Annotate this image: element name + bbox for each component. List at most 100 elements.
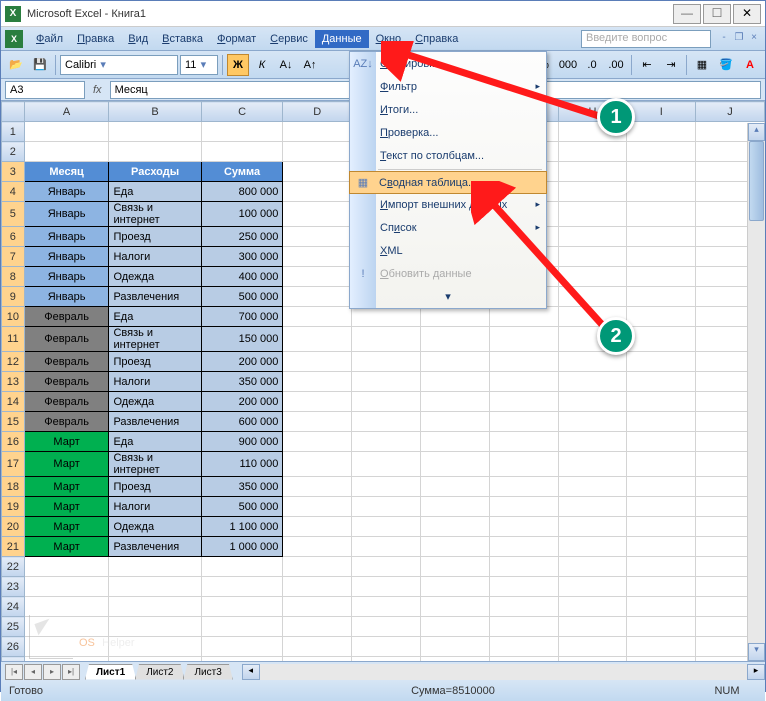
cell-month[interactable]: Февраль — [24, 412, 109, 432]
row-header-20[interactable]: 20 — [2, 517, 25, 537]
cell-sum[interactable]: 110 000 — [201, 452, 283, 477]
row-header-7[interactable]: 7 — [2, 247, 25, 267]
cell-category[interactable]: Связь и интернет — [109, 327, 201, 352]
cell-sum[interactable]: 500 000 — [201, 287, 283, 307]
cell-month[interactable]: Март — [24, 432, 109, 452]
col-header-I[interactable]: I — [627, 102, 696, 122]
col-header-A[interactable]: A — [24, 102, 109, 122]
cell-category[interactable]: Проезд — [109, 477, 201, 497]
cell-sum[interactable]: 500 000 — [201, 497, 283, 517]
menu-сервис[interactable]: Сервис — [263, 30, 315, 48]
cell-sum[interactable]: 900 000 — [201, 432, 283, 452]
row-header-17[interactable]: 17 — [2, 452, 25, 477]
close-button[interactable]: ✕ — [733, 4, 761, 24]
cell-sum[interactable]: 200 000 — [201, 392, 283, 412]
cell-sum[interactable]: 800 000 — [201, 182, 283, 202]
row-header-25[interactable]: 25 — [2, 617, 25, 637]
fx-icon[interactable]: fx — [93, 84, 102, 96]
row-header-1[interactable]: 1 — [2, 122, 25, 142]
row-header-16[interactable]: 16 — [2, 432, 25, 452]
row-header-26[interactable]: 26 — [2, 637, 25, 657]
cell-month[interactable]: Январь — [24, 287, 109, 307]
fontsize-combo[interactable]: 11▾ — [180, 55, 218, 75]
excel-doc-icon[interactable]: X — [5, 30, 23, 48]
sheet-tab[interactable]: Лист3 — [183, 664, 232, 680]
cell-category[interactable]: Связь и интернет — [109, 202, 201, 227]
row-header-11[interactable]: 11 — [2, 327, 25, 352]
sheet-tab[interactable]: Лист2 — [135, 664, 184, 680]
menu-item[interactable]: Проверка... — [350, 121, 546, 144]
table-header[interactable]: Сумма — [201, 162, 283, 182]
sheet-tab[interactable]: Лист1 — [85, 664, 136, 680]
row-header-4[interactable]: 4 — [2, 182, 25, 202]
open-icon[interactable]: 📂 — [5, 54, 27, 76]
cell-category[interactable]: Развлечения — [109, 287, 201, 307]
row-header-12[interactable]: 12 — [2, 352, 25, 372]
row-header-8[interactable]: 8 — [2, 267, 25, 287]
menu-item[interactable]: Итоги... — [350, 98, 546, 121]
horizontal-scrollbar[interactable]: ◂▸ — [242, 664, 765, 680]
cell-category[interactable]: Налоги — [109, 372, 201, 392]
menu-файл[interactable]: Файл — [29, 30, 70, 48]
cell-sum[interactable]: 350 000 — [201, 372, 283, 392]
save-icon[interactable]: 💾 — [29, 54, 51, 76]
menu-вид[interactable]: Вид — [121, 30, 155, 48]
cell-month[interactable]: Январь — [24, 247, 109, 267]
decimal-dec-icon[interactable]: .00 — [605, 54, 627, 76]
cell-sum[interactable]: 100 000 — [201, 202, 283, 227]
cell-month[interactable]: Март — [24, 517, 109, 537]
row-header-19[interactable]: 19 — [2, 497, 25, 517]
font-color-icon[interactable]: A — [739, 54, 761, 76]
row-header-18[interactable]: 18 — [2, 477, 25, 497]
row-header-10[interactable]: 10 — [2, 307, 25, 327]
cell-category[interactable]: Еда — [109, 432, 201, 452]
cell-month[interactable]: Март — [24, 537, 109, 557]
cell-sum[interactable]: 600 000 — [201, 412, 283, 432]
cell-month[interactable]: Февраль — [24, 327, 109, 352]
table-header[interactable]: Расходы — [109, 162, 201, 182]
cell-category[interactable]: Одежда — [109, 267, 201, 287]
maximize-button[interactable]: ☐ — [703, 4, 731, 24]
menu-item[interactable]: Текст по столбцам... — [350, 144, 546, 167]
cell-category[interactable]: Развлечения — [109, 537, 201, 557]
indent-inc-icon[interactable]: ⇥ — [660, 54, 682, 76]
fill-color-icon[interactable]: 🪣 — [715, 54, 737, 76]
doc-restore-button[interactable]: ❐ — [732, 32, 746, 46]
doc-close-button[interactable]: × — [747, 32, 761, 46]
vertical-scrollbar[interactable]: ▴ ▾ — [747, 123, 765, 661]
name-box[interactable]: A3 — [5, 81, 85, 99]
sort-asc-icon[interactable]: A↓ — [275, 54, 297, 76]
cell-category[interactable]: Одежда — [109, 392, 201, 412]
borders-icon[interactable]: ▦ — [691, 54, 713, 76]
cell-category[interactable]: Еда — [109, 182, 201, 202]
row-header-15[interactable]: 15 — [2, 412, 25, 432]
italic-button[interactable]: К — [251, 54, 273, 76]
cell-month[interactable]: Февраль — [24, 392, 109, 412]
row-header-13[interactable]: 13 — [2, 372, 25, 392]
cell-month[interactable]: Январь — [24, 182, 109, 202]
minimize-button[interactable]: — — [673, 4, 701, 24]
menu-вставка[interactable]: Вставка — [155, 30, 210, 48]
cell-sum[interactable]: 1 100 000 — [201, 517, 283, 537]
menu-item[interactable]: Фильтр▸ — [350, 75, 546, 98]
indent-dec-icon[interactable]: ⇤ — [636, 54, 658, 76]
col-header-D[interactable]: D — [283, 102, 352, 122]
tab-nav[interactable]: |◂◂▸▸| — [5, 664, 81, 680]
menu-окно[interactable]: Окно — [369, 30, 409, 48]
scroll-up-button[interactable]: ▴ — [748, 123, 765, 141]
cell-category[interactable]: Налоги — [109, 247, 201, 267]
help-question-box[interactable]: Введите вопрос — [581, 30, 711, 48]
row-header-23[interactable]: 23 — [2, 577, 25, 597]
menu-правка[interactable]: Правка — [70, 30, 121, 48]
cell-month[interactable]: Март — [24, 497, 109, 517]
decimal-inc-icon[interactable]: .0 — [581, 54, 603, 76]
cell-month[interactable]: Февраль — [24, 372, 109, 392]
col-header-C[interactable]: C — [201, 102, 283, 122]
scroll-thumb[interactable] — [749, 141, 764, 221]
row-header-9[interactable]: 9 — [2, 287, 25, 307]
menu-item[interactable]: Список▸ — [350, 216, 546, 239]
sort-desc-icon[interactable]: A↑ — [299, 54, 321, 76]
cell-sum[interactable]: 200 000 — [201, 352, 283, 372]
bold-button[interactable]: Ж — [227, 54, 249, 76]
row-header-2[interactable]: 2 — [2, 142, 25, 162]
